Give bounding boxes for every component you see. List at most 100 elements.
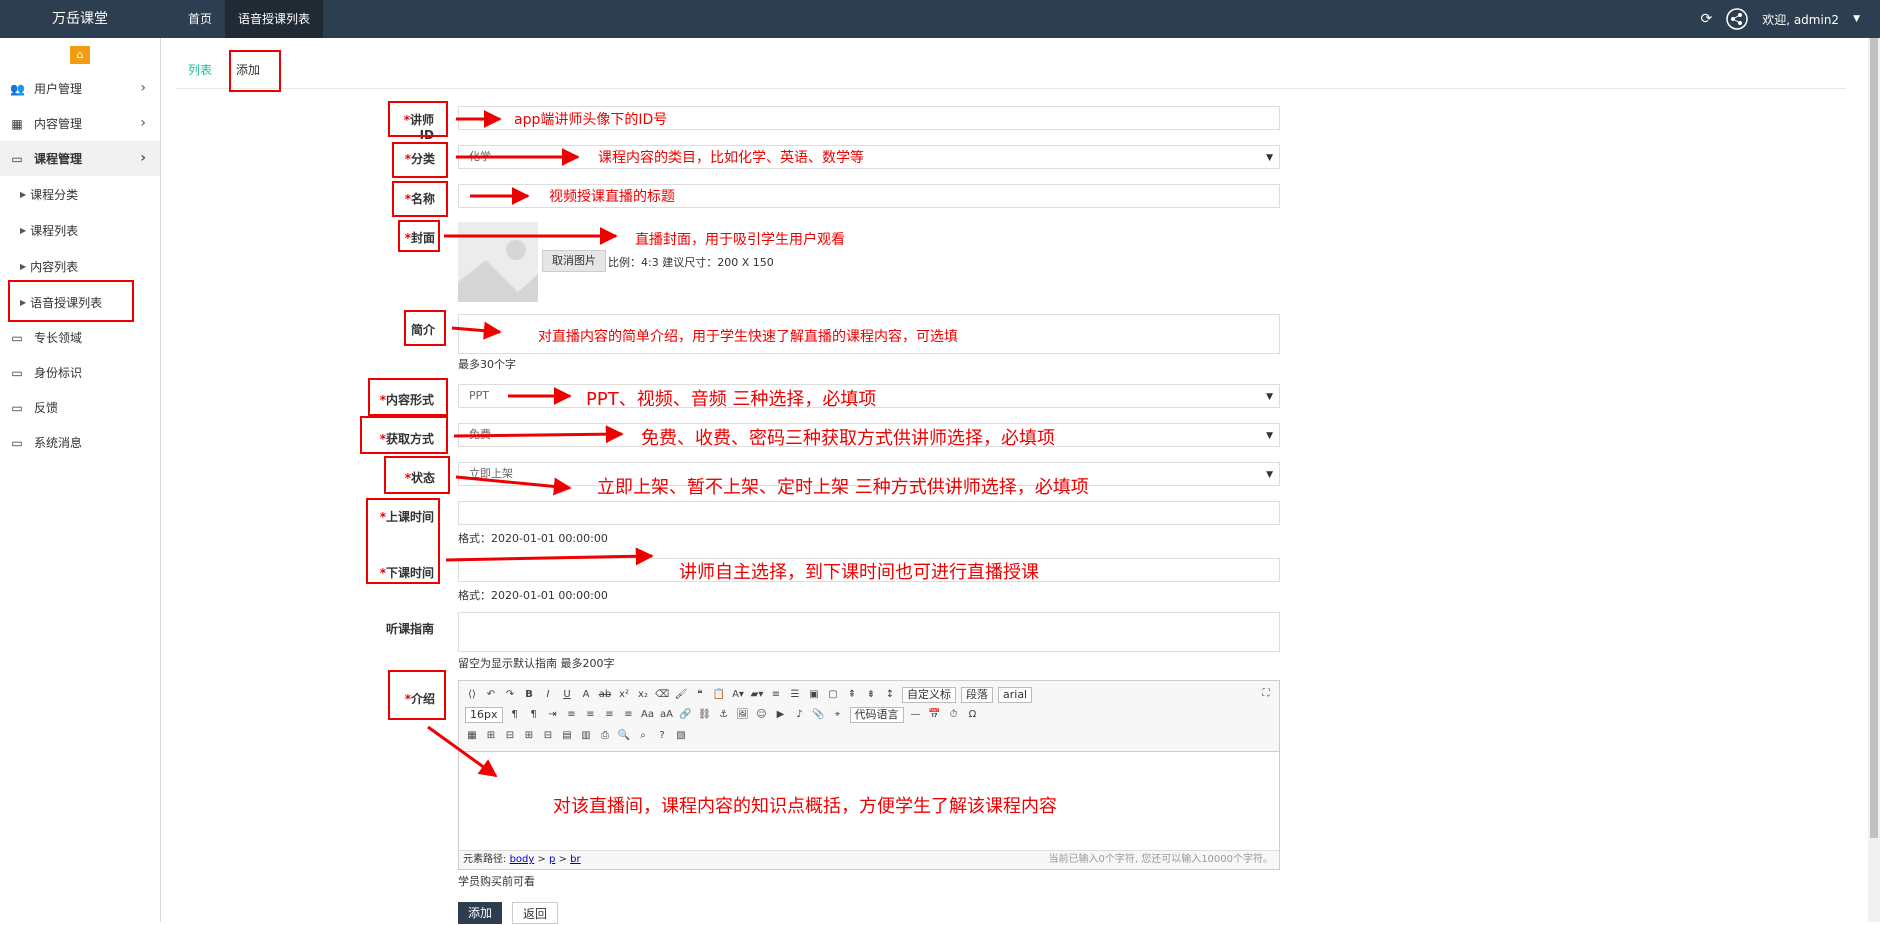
direction-ltr-icon[interactable]: ¶ (508, 708, 522, 722)
search-replace-icon[interactable]: ⌕ (636, 729, 650, 743)
special-chars-icon[interactable]: Ω (966, 708, 980, 722)
scrollbar-thumb[interactable] (1870, 38, 1878, 838)
map-icon[interactable]: ⌖ (831, 708, 845, 722)
page-scrollbar[interactable] (1868, 38, 1880, 922)
sidebar-item-feedback[interactable]: ▭ 反馈 (0, 390, 160, 425)
path-br-link[interactable]: br (570, 854, 580, 865)
sidebar-item-identity[interactable]: ▭ 身份标识 (0, 355, 160, 390)
unordered-list-icon[interactable]: ☰ (788, 688, 802, 702)
page-break-icon[interactable]: — (909, 708, 923, 722)
sidebar-subitem-content-list[interactable]: ▶ 内容列表 (0, 248, 160, 284)
caret-down-icon[interactable]: ▼ (1853, 14, 1860, 24)
insert-col-icon[interactable]: ⊞ (522, 729, 536, 743)
caret-right-icon: ▶ (20, 225, 27, 235)
undo-icon[interactable]: ↶ (484, 688, 498, 702)
redo-icon[interactable]: ↷ (503, 688, 517, 702)
char-count: 当前已输入0个字符, 您还可以输入10000个字符。 (1048, 854, 1273, 865)
underline-icon[interactable]: U (560, 688, 574, 702)
sidebar-item-expertise[interactable]: ▭ 专长领域 (0, 320, 160, 355)
font-family-select[interactable]: arial (998, 687, 1033, 703)
cover-ratio-hint: 比例：4:3 建议尺寸：200 X 150 (608, 256, 774, 269)
start-time-input[interactable] (458, 501, 1280, 525)
subscript-icon[interactable]: x₂ (636, 688, 650, 702)
paragraph-select[interactable]: 段落 (961, 687, 993, 703)
element-path: 元素路径: body > p > br (463, 854, 581, 865)
italic-icon[interactable]: I (541, 688, 555, 702)
emotion-icon[interactable]: ☺ (755, 708, 769, 722)
clear-doc-icon[interactable]: ▢ (826, 688, 840, 702)
help-icon[interactable]: ? (655, 729, 669, 743)
subitem-label: 课程分类 (30, 187, 79, 202)
fullscreen-icon[interactable]: ⛶ (1259, 687, 1273, 701)
cancel-image-button[interactable]: 取消图片 (542, 250, 606, 272)
align-center-icon[interactable]: ≡ (584, 708, 598, 722)
subitem-label: 内容列表 (30, 259, 79, 274)
paste-plain-icon[interactable]: 📋 (712, 688, 726, 702)
music-icon[interactable]: ♪ (793, 708, 807, 722)
to-lowercase-icon[interactable]: aA (660, 708, 674, 722)
anchor-icon[interactable]: ⚓ (717, 708, 731, 722)
unlink-icon[interactable]: ⛓ (698, 708, 712, 722)
row-spacing-top-icon[interactable]: ⇞ (845, 688, 859, 702)
insert-row-icon[interactable]: ⊞ (484, 729, 498, 743)
tab-list[interactable]: 列表 (176, 52, 224, 88)
split-cells-icon[interactable]: ▥ (579, 729, 593, 743)
direction-rtl-icon[interactable]: ¶ (527, 708, 541, 722)
welcome-user[interactable]: 欢迎, admin2 (1762, 11, 1839, 28)
custom-title-select[interactable]: 自定义标 (902, 687, 956, 703)
time-icon[interactable]: ⏱ (947, 708, 961, 722)
brand-logo[interactable]: 万岳课堂 (0, 0, 160, 38)
strikethrough-icon[interactable]: ab (598, 688, 612, 702)
sidebar-item-course[interactable]: ▭ 课程管理 › (0, 141, 160, 176)
align-justify-icon[interactable]: ≡ (622, 708, 636, 722)
guide-textarea[interactable] (458, 612, 1280, 652)
row-spacing-bottom-icon[interactable]: ⇟ (864, 688, 878, 702)
path-body-link[interactable]: body (510, 854, 535, 865)
font-size-select[interactable]: 16px (465, 707, 503, 723)
code-language-select[interactable]: 代码语言 (849, 707, 904, 723)
cover-image-placeholder[interactable] (458, 222, 538, 302)
sidebar-subitem-course-category[interactable]: ▶ 课程分类 (0, 176, 160, 212)
submit-add-button[interactable]: 添加 (458, 902, 503, 924)
to-uppercase-icon[interactable]: Aa (641, 708, 655, 722)
sidebar-subitem-course-list[interactable]: ▶ 课程列表 (0, 212, 160, 248)
format-painter-icon[interactable]: 🖌 (674, 688, 688, 702)
eraser-icon[interactable]: ⌫ (655, 688, 669, 702)
print-icon[interactable]: ⎙ (598, 729, 612, 743)
drafts-icon[interactable]: ▧ (674, 729, 688, 743)
back-button[interactable]: 返回 (512, 902, 559, 924)
image-icon[interactable]: 🖼 (736, 708, 750, 722)
home-icon[interactable]: ⌂ (70, 46, 90, 64)
share-avatar-icon[interactable] (1726, 8, 1748, 30)
blockquote-icon[interactable]: ❝ (693, 688, 707, 702)
attachment-icon[interactable]: 📎 (812, 708, 826, 722)
nav-home[interactable]: 首页 (175, 0, 225, 38)
sidebar-item-users[interactable]: 👥 用户管理 › (0, 71, 160, 106)
align-left-icon[interactable]: ≡ (565, 708, 579, 722)
video-icon[interactable]: ▶ (774, 708, 788, 722)
sidebar-item-content[interactable]: ▦ 内容管理 › (0, 106, 160, 141)
superscript-icon[interactable]: x² (617, 688, 631, 702)
font-border-icon[interactable]: A (579, 688, 593, 702)
preview-icon[interactable]: 🔍 (617, 729, 631, 743)
sidebar-item-messages[interactable]: ▭ 系统消息 (0, 425, 160, 460)
html-source-icon[interactable]: ⟨⟩ (465, 688, 479, 702)
refresh-icon[interactable]: ⟳ (1700, 11, 1712, 27)
ordered-list-icon[interactable]: ≡ (769, 688, 783, 702)
category-select[interactable]: 化学 (458, 145, 1280, 169)
nav-voice-list[interactable]: 语音授课列表 (225, 0, 324, 38)
date-icon[interactable]: 📅 (928, 708, 942, 722)
link-icon[interactable]: 🔗 (679, 708, 693, 722)
bold-icon[interactable]: B (522, 688, 536, 702)
font-color-icon[interactable]: A▾ (731, 688, 745, 702)
highlight-color-icon[interactable]: ▰▾ (750, 688, 764, 702)
delete-col-icon[interactable]: ⊟ (541, 729, 555, 743)
align-right-icon[interactable]: ≡ (603, 708, 617, 722)
table-icon[interactable]: ▦ (465, 729, 479, 743)
select-all-icon[interactable]: ▣ (807, 688, 821, 702)
delete-row-icon[interactable]: ⊟ (503, 729, 517, 743)
indent-icon[interactable]: ⇥ (546, 708, 560, 722)
line-height-icon[interactable]: ↕ (883, 688, 897, 702)
merge-cells-icon[interactable]: ▤ (560, 729, 574, 743)
path-p-link[interactable]: p (549, 854, 555, 865)
